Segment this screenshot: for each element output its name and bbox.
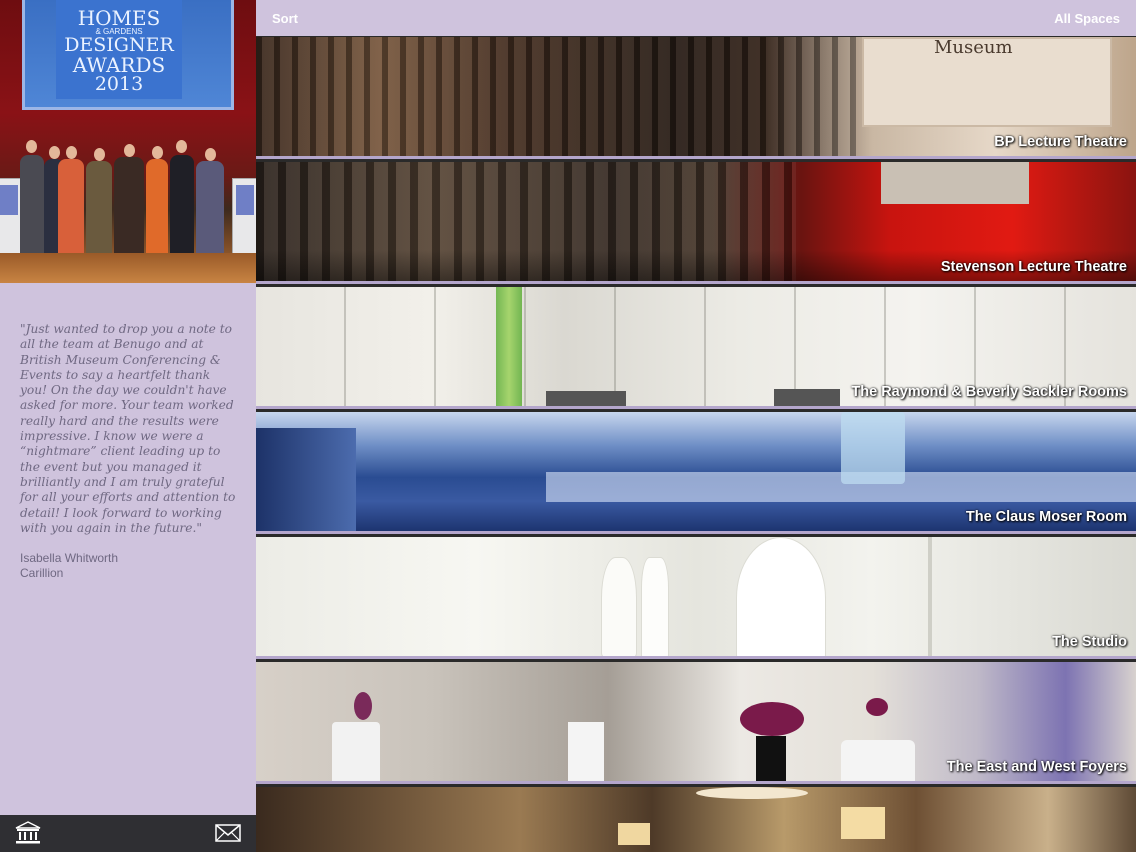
chairs xyxy=(256,428,356,531)
room-name: Stevenson Lecture Theatre xyxy=(940,259,1127,275)
person xyxy=(196,161,224,255)
top-toolbar: Sort All Spaces xyxy=(256,0,1136,36)
table-lamp xyxy=(841,807,885,839)
vase xyxy=(601,557,637,656)
award-line4: AWARDS xyxy=(72,53,166,77)
room-name: The Raymond & Beverly Sackler Rooms xyxy=(851,384,1127,400)
chair xyxy=(546,391,626,406)
person xyxy=(86,161,112,255)
cocktail-table xyxy=(332,722,380,781)
person-head xyxy=(124,144,135,157)
person-head xyxy=(152,146,163,159)
spaces-panel: Sort All Spaces Museum BP Lecture Theatr… xyxy=(256,0,1136,852)
projection-screen xyxy=(881,162,1029,204)
plant xyxy=(496,287,522,406)
award-logo: HOMES & GARDENS DESIGNER AWARDS 2013 xyxy=(56,0,182,99)
person-head xyxy=(176,140,187,153)
room-card-stevenson-lecture-theatre[interactable]: Stevenson Lecture Theatre xyxy=(256,162,1136,284)
flowers xyxy=(866,698,888,716)
room-card-claus-moser-room[interactable]: The Claus Moser Room xyxy=(256,412,1136,534)
person xyxy=(20,155,44,255)
sort-button[interactable]: Sort xyxy=(272,11,298,26)
museum-icon[interactable] xyxy=(15,821,41,845)
mail-icon[interactable] xyxy=(215,823,241,843)
person xyxy=(146,159,168,255)
testimonial-quote: "Just wanted to drop you a note to all t… xyxy=(20,322,236,535)
author-company: Carillion xyxy=(20,566,64,580)
room-card-sackler-rooms[interactable]: The Raymond & Beverly Sackler Rooms xyxy=(256,287,1136,409)
person-head xyxy=(49,146,60,159)
person-head xyxy=(94,148,105,161)
room-card-bp-lecture-theatre[interactable]: Museum BP Lecture Theatre xyxy=(256,37,1136,159)
table-lamp xyxy=(618,823,650,845)
all-spaces-button[interactable]: All Spaces xyxy=(1054,11,1120,26)
seating-rows xyxy=(256,37,856,156)
person-head xyxy=(66,146,77,159)
room-card-partial[interactable] xyxy=(256,787,1136,852)
room-card-east-west-foyers[interactable]: The East and West Foyers xyxy=(256,662,1136,784)
award-line1: HOMES xyxy=(77,6,161,30)
chair xyxy=(774,389,840,406)
person xyxy=(170,155,194,255)
room-card-the-studio[interactable]: The Studio xyxy=(256,537,1136,659)
person-head xyxy=(26,140,37,153)
cocktail-table xyxy=(568,722,604,781)
flowers xyxy=(740,702,804,736)
door-frame xyxy=(928,537,932,656)
room-name: The Studio xyxy=(1052,634,1127,650)
person xyxy=(114,157,144,255)
award-year: 2013 xyxy=(94,73,144,95)
hero-photo: HOMES & GARDENS DESIGNER AWARDS 2013 xyxy=(0,0,256,283)
floor xyxy=(0,253,256,283)
author-name: Isabella Whitworth xyxy=(20,551,119,565)
room-name: The Claus Moser Room xyxy=(965,509,1127,525)
flowers xyxy=(354,692,372,720)
left-panel: HOMES & GARDENS DESIGNER AWARDS 2013 "Ju… xyxy=(0,0,256,852)
vase xyxy=(641,557,669,656)
lamp xyxy=(696,787,808,799)
person xyxy=(58,159,84,255)
testimonial-author: Isabella Whitworth Carillion xyxy=(20,551,118,581)
vase xyxy=(756,736,786,781)
bottom-toolbar xyxy=(0,815,256,852)
museum-sign: Museum xyxy=(934,37,1013,58)
cocktail-table xyxy=(841,740,915,781)
water-glass xyxy=(841,412,905,484)
room-name: BP Lecture Theatre xyxy=(994,134,1127,150)
person-head xyxy=(205,148,216,161)
vase xyxy=(736,537,826,656)
room-name: The East and West Foyers xyxy=(946,759,1127,775)
